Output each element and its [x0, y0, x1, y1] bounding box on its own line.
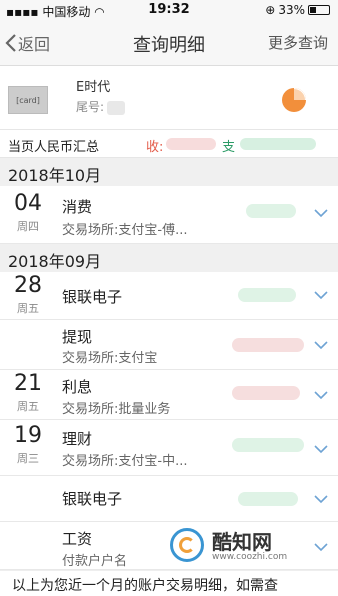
- row-day: 04: [14, 191, 42, 216]
- row-type: 银联电子: [62, 288, 123, 306]
- chevron-left-icon: [5, 34, 16, 52]
- watermark-name: 酷知网: [212, 530, 272, 554]
- card-tail-number: 尾号:: [76, 98, 126, 115]
- transaction-row[interactable]: 04 周四 消费 交易场所:支付宝-傅...: [0, 186, 338, 244]
- watermark-url: www.coozhi.com: [212, 552, 288, 562]
- footer-note: 以上为您近一个月的账户交易明细，如需查: [0, 570, 338, 596]
- summary-label: 当页人民币汇总: [8, 140, 100, 155]
- redacted-amount: [232, 438, 304, 452]
- redacted-amount: [246, 204, 296, 218]
- month-header: 2018年09月: [0, 244, 338, 272]
- row-weekday: 周五: [17, 400, 39, 413]
- transaction-row[interactable]: 21 周五 利息 交易场所:批量业务: [0, 370, 338, 420]
- transaction-row[interactable]: 银联电子: [0, 476, 338, 522]
- transaction-row[interactable]: 提现 交易场所:支付宝: [0, 320, 338, 370]
- row-date: 28 周五: [8, 274, 48, 316]
- row-date: 21 周五: [8, 372, 48, 414]
- redacted-amount: [232, 386, 300, 400]
- row-day: 21: [14, 371, 42, 396]
- account-card-info: [card] E时代 尾号:: [0, 66, 338, 130]
- watermark: 酷知网 www.coozhi.com: [170, 522, 328, 566]
- watermark-logo-icon: [170, 528, 204, 562]
- chevron-down-icon[interactable]: [314, 288, 328, 302]
- row-place: 付款户户名: [62, 554, 128, 569]
- orientation-lock-icon: ⊕: [265, 3, 276, 17]
- redacted-income: [166, 138, 216, 150]
- expense-label: 支: [222, 140, 236, 155]
- redacted-mask: [107, 100, 126, 115]
- row-place: 交易场所:支付宝-中...: [62, 454, 188, 469]
- month-header: 2018年10月: [0, 158, 338, 186]
- pie-chart-icon[interactable]: [280, 86, 308, 114]
- more-query-button[interactable]: 更多查询: [268, 32, 328, 53]
- row-type: 消费: [62, 198, 93, 216]
- navigation-bar: 返回 查询明细 更多查询: [0, 20, 338, 66]
- transaction-row[interactable]: 28 周五 银联电子: [0, 272, 338, 320]
- row-place: 交易场所:批量业务: [62, 402, 171, 417]
- redacted-amount: [238, 492, 298, 506]
- chevron-down-icon[interactable]: [314, 388, 328, 402]
- row-weekday: 周四: [17, 220, 39, 233]
- row-type: 利息: [62, 378, 93, 396]
- battery-percent: 33%: [278, 3, 305, 17]
- chevron-down-icon[interactable]: [314, 338, 328, 352]
- income-label: 收:: [146, 140, 164, 155]
- chevron-down-icon[interactable]: [314, 492, 328, 506]
- chevron-down-icon[interactable]: [314, 442, 328, 456]
- row-date: 19 周三: [8, 424, 48, 466]
- row-type: 银联电子: [62, 490, 123, 508]
- transaction-row[interactable]: 19 周三 理财 交易场所:支付宝-中...: [0, 420, 338, 476]
- card-tail-label: 尾号:: [76, 100, 105, 114]
- row-type: 理财: [62, 430, 93, 448]
- row-weekday: 周三: [17, 452, 39, 465]
- battery-level: [310, 7, 316, 13]
- row-day: 19: [14, 423, 42, 448]
- redacted-amount: [232, 338, 304, 352]
- rmb-summary: 当页人民币汇总 收: 支: [0, 130, 338, 158]
- redacted-expense: [240, 138, 316, 150]
- bank-card-image: [card]: [8, 86, 48, 114]
- back-label: 返回: [18, 35, 51, 54]
- row-day: 28: [14, 273, 42, 298]
- card-name: E时代: [76, 80, 111, 95]
- row-place: 交易场所:支付宝: [62, 351, 158, 366]
- chevron-down-icon[interactable]: [314, 206, 328, 220]
- row-date: 04 周四: [8, 192, 48, 234]
- row-weekday: 周五: [17, 302, 39, 315]
- row-type: 提现: [62, 328, 93, 346]
- row-place: 交易场所:支付宝-傅...: [62, 223, 188, 238]
- status-bar: ▪▪▪▪ 中国移动 ◠ 19:32 ⊕ 33%: [0, 0, 338, 20]
- battery-indicator: ⊕ 33%: [265, 3, 330, 17]
- back-button[interactable]: 返回: [4, 31, 50, 55]
- redacted-amount: [238, 288, 296, 302]
- row-type: 工资: [62, 530, 93, 548]
- battery-icon: [308, 5, 330, 15]
